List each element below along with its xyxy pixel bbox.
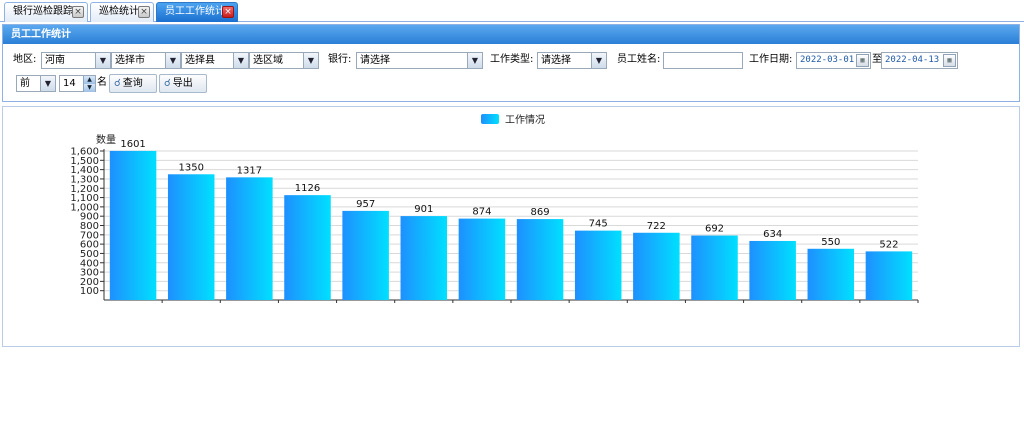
date-to-value: 2022-04-13 (885, 55, 940, 65)
tab-label: 巡检统计 (99, 6, 139, 17)
dropdown-arrow-icon[interactable]: ▼ (233, 53, 248, 68)
bar-value-label: 874 (472, 207, 491, 218)
tab-inspection-statistics[interactable]: 巡检统计 × (90, 2, 154, 22)
work-type-value: 请选择 (541, 55, 571, 66)
y-axis-label: 数量 (96, 133, 116, 146)
bar[interactable] (807, 248, 855, 300)
close-icon[interactable]: × (138, 6, 150, 18)
date-from-input[interactable]: 2022-03-01 ▦ (796, 52, 871, 69)
bar-value-label: 1350 (178, 162, 203, 173)
county-value: 选择县 (185, 55, 215, 66)
tab-bar: 银行巡检跟踪 × 巡检统计 × 员工工作统计 × (0, 0, 1024, 22)
bar-value-label: 1317 (237, 165, 262, 176)
calendar-icon[interactable]: ▦ (856, 54, 869, 67)
rank-count-value: 14 (63, 78, 76, 89)
filter-panel: 员工工作统计 地区: 河南 ▼ 选择市 ▼ 选择县 ▼ 选区域 ▼ 银行: 请选… (2, 24, 1020, 102)
bar-value-label: 1126 (295, 183, 320, 194)
chart-legend: 工作情况 (481, 113, 545, 126)
rank-unit-label: 名 (97, 77, 107, 88)
magnifier-icon: ☌ (164, 78, 171, 89)
employee-name-label: 员工姓名: (617, 54, 661, 65)
city-select[interactable]: 选择市 ▼ (111, 52, 181, 69)
city-value: 选择市 (115, 55, 145, 66)
region-label: 地区: (13, 54, 37, 65)
dropdown-arrow-icon[interactable]: ▼ (40, 76, 55, 91)
bar[interactable] (342, 210, 389, 300)
rank-order-select[interactable]: 前 ▼ (16, 75, 56, 92)
rank-order-value: 前 (20, 78, 30, 89)
bar[interactable] (574, 230, 622, 300)
dropdown-arrow-icon[interactable]: ▼ (95, 53, 110, 68)
dropdown-arrow-icon[interactable]: ▼ (303, 53, 318, 68)
work-type-select[interactable]: 请选择 ▼ (537, 52, 607, 69)
export-button-label: 导出 (172, 78, 193, 89)
bar-value-label: 1601 (120, 139, 145, 150)
county-select[interactable]: 选择县 ▼ (181, 52, 249, 69)
bar-value-label: 722 (647, 221, 666, 232)
legend-label: 工作情况 (505, 113, 545, 126)
close-icon[interactable]: × (222, 6, 234, 18)
calendar-icon[interactable]: ▦ (943, 54, 956, 67)
bar[interactable] (226, 177, 273, 300)
tab-employee-work-statistics[interactable]: 员工工作统计 × (156, 2, 238, 22)
bank-value: 请选择 (360, 55, 390, 66)
date-from-value: 2022-03-01 (800, 55, 855, 65)
query-button[interactable]: ☌ 查询 (109, 74, 157, 93)
legend-swatch (481, 114, 499, 124)
dropdown-arrow-icon[interactable]: ▼ (591, 53, 606, 68)
bar-value-label: 901 (414, 204, 433, 215)
panel-title: 员工工作统计 (3, 25, 1019, 44)
spin-down-icon[interactable]: ▼ (83, 84, 95, 92)
dropdown-arrow-icon[interactable]: ▼ (165, 53, 180, 68)
tab-label: 员工工作统计 (165, 6, 225, 17)
district-select[interactable]: 选区域 ▼ (249, 52, 319, 69)
chart-panel: 工作情况 数量 100 200 300 400 500 600 700 800 900 1,000… (2, 106, 1020, 347)
export-button[interactable]: ☌ 导出 (159, 74, 207, 93)
y-tick-label: 1,600 (70, 147, 99, 158)
province-select[interactable]: 河南 ▼ (41, 52, 111, 69)
province-value: 河南 (45, 55, 65, 66)
bar[interactable] (400, 216, 448, 300)
date-to-input[interactable]: 2022-04-13 ▦ (881, 52, 958, 69)
rank-count-stepper[interactable]: 14 ▲ ▼ (59, 75, 96, 92)
bar[interactable] (284, 195, 331, 300)
magnifier-icon: ☌ (114, 78, 121, 89)
close-icon[interactable]: × (72, 6, 84, 18)
bar-value-label: 692 (705, 224, 724, 235)
dropdown-arrow-icon[interactable]: ▼ (467, 53, 482, 68)
bar[interactable] (458, 218, 506, 300)
work-chart: 工作情况 数量 1002003004005006007008009001,000… (70, 113, 919, 303)
bank-label: 银行: (328, 54, 352, 65)
bar-value-label: 957 (356, 199, 375, 210)
tab-bank-inspection-tracking[interactable]: 银行巡检跟踪 × (4, 2, 88, 22)
bar[interactable] (749, 240, 796, 300)
bar[interactable] (516, 219, 564, 300)
spin-up-icon[interactable]: ▲ (83, 76, 95, 84)
bar-value-label: 634 (763, 229, 782, 240)
query-button-label: 查询 (122, 78, 143, 89)
bar[interactable] (691, 235, 738, 300)
work-date-label: 工作日期: (749, 54, 793, 65)
tab-label: 银行巡检跟踪 (13, 6, 73, 17)
employee-name-input[interactable] (663, 52, 743, 69)
bar-value-label: 745 (589, 219, 608, 230)
bar[interactable] (865, 251, 913, 300)
bar-value-label: 522 (879, 239, 898, 250)
bar[interactable] (167, 174, 215, 300)
district-value: 选区域 (253, 55, 283, 66)
bar-value-label: 869 (531, 207, 550, 218)
bar-value-label: 550 (821, 237, 840, 248)
bar[interactable] (109, 150, 157, 300)
bar[interactable] (633, 232, 680, 300)
bank-select[interactable]: 请选择 ▼ (356, 52, 483, 69)
work-type-label: 工作类型: (490, 54, 534, 65)
